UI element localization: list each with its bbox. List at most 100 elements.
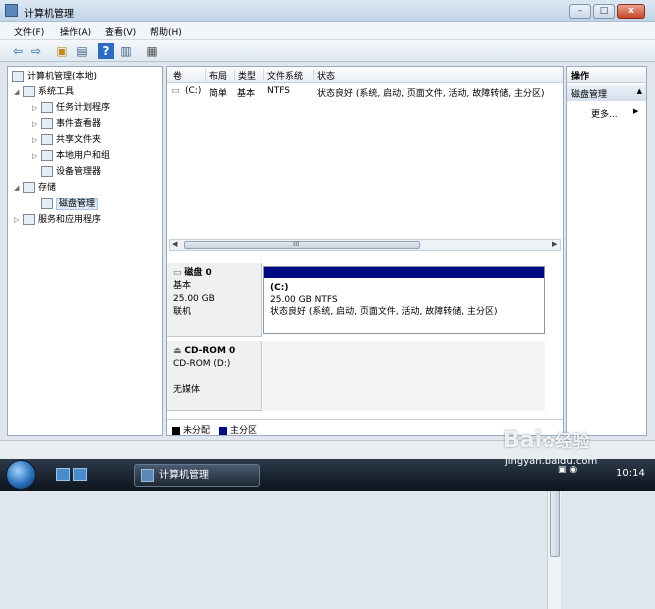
menu-file[interactable]: 文件(F) [14,25,44,38]
start-button[interactable] [6,460,36,490]
cdrom-0-kind: CD-ROM (D:) [173,359,231,369]
clock[interactable]: 10:14 [616,468,645,479]
actions-pane: 操作 磁盘管理 ▲ 更多... ▶ [566,66,647,436]
minimize-button[interactable]: – [569,4,591,19]
cdrom-icon: ⏏ [173,346,182,356]
disk-view-icon[interactable]: ▦ [144,43,160,59]
partition-size: 25.00 GB NTFS [270,295,338,305]
taskbar-item-computer-management[interactable]: 计算机管理 [134,464,260,487]
partition-label: (C:) [270,283,289,293]
actions-section-disk-management[interactable]: 磁盘管理 ▲ [567,85,646,101]
horizontal-scroll-thumb[interactable]: III [184,240,420,249]
tree-node-icon [23,214,35,225]
column-volume[interactable]: 卷 [170,69,182,82]
console-tree: 计算机管理(本地) ◢ 系统工具 ▷ 任务计划程序 ▷ 事件查看器 ▷ 共享文件夹 ▷ 本地用户和… [7,66,163,436]
tree-node-icon [41,102,53,113]
tree-item-7[interactable]: 磁盘管理 [32,197,99,212]
drive-icon: ▭ [171,86,180,96]
computer-management-icon [5,4,18,17]
computer-management-taskbar-icon [141,469,154,482]
paw-logo: ✿ [542,432,556,451]
cdrom-0-name: CD-ROM 0 [184,346,236,356]
baidu-watermark: Bai✿经验 [503,428,590,453]
tree-node-icon [23,86,35,97]
toolbar: ⇦ ⇨ ▣ ▤ ? ▥ ▦ [0,40,655,62]
minimize-icon: – [577,6,583,16]
menu-bar: 文件(F) 操作(A) 查看(V) 帮助(H) [0,22,655,40]
cell-type: 基本 [237,89,256,99]
tree-node-icon [23,182,35,193]
watermark-url: jingyan.baidu.com [505,456,598,467]
scroll-grip: III [293,240,300,248]
disk-management-pane: 卷 布局 类型 文件系统 状态 ▭ (C:) 简单 基本 NTFS 状态良好 (… [166,66,564,609]
up-folder-icon[interactable]: ▣ [54,43,70,59]
switch-windows-icon[interactable] [73,468,87,481]
tree-item-0[interactable]: ◢ 系统工具 [14,85,74,100]
disk-0-kind: 基本 [173,281,192,291]
column-filesystem[interactable]: 文件系统 [263,69,303,82]
scroll-left-icon[interactable]: ◀ [172,240,177,248]
tree-item-1[interactable]: ▷ 任务计划程序 [32,101,110,116]
tree-item-label: 系统工具 [38,87,75,97]
tree-item-label: 磁盘管理 [56,198,99,210]
expand-icon[interactable]: ▷ [32,101,41,116]
back-arrow-icon[interactable]: ⇦ [10,43,26,59]
scroll-right-icon[interactable]: ▶ [552,240,557,248]
tree-node-icon [41,134,53,145]
tree-item-2[interactable]: ▷ 事件查看器 [32,117,101,132]
disk-0-name: 磁盘 0 [184,268,212,278]
expand-icon[interactable]: ▷ [14,213,23,228]
tree-item-8[interactable]: ▷ 服务和应用程序 [14,213,101,228]
menu-action[interactable]: 操作(A) [60,25,91,38]
disk-0-label[interactable]: ▭ 磁盘 0 基本 25.00 GB 联机 [167,263,262,337]
partition-status: 状态良好 (系统, 启动, 页面文件, 活动, 故障转储, 主分区) [270,307,498,317]
cdrom-0-status: 无媒体 [173,385,201,395]
expand-icon[interactable]: ◢ [14,181,23,196]
show-desktop-icon[interactable] [56,468,70,481]
tree-item-4[interactable]: ▷ 本地用户和组 [32,149,110,164]
tree-item-label: 服务和应用程序 [38,215,102,225]
tree-item-label: 设备管理器 [56,167,102,177]
maximize-button[interactable]: □ [593,4,615,19]
menu-help[interactable]: 帮助(H) [150,25,182,38]
horizontal-scrollbar[interactable]: ◀ III ▶ [169,239,561,251]
maximize-icon: □ [599,6,609,16]
actions-more[interactable]: 更多... ▶ [591,107,638,120]
tree-item-label: 本地用户和组 [56,151,111,161]
close-button[interactable]: x [617,4,645,19]
expand-icon[interactable]: ▷ [32,117,41,132]
tree-item-label: 存储 [38,183,57,193]
menu-view[interactable]: 查看(V) [105,25,136,38]
legend-swatch-primary [219,426,227,435]
disk-0-status: 联机 [173,307,192,317]
submenu-arrow-icon: ▶ [633,107,639,115]
volume-list-header: 卷 布局 类型 文件系统 状态 [167,67,563,83]
expand-icon[interactable]: ▷ [32,149,41,164]
collapse-icon[interactable]: ▲ [637,87,642,95]
cdrom-0-label[interactable]: ⏏ CD-ROM 0 CD-ROM (D:) 无媒体 [167,341,262,411]
computer-icon [12,71,24,82]
table-row[interactable]: ▭ (C:) 简单 基本 NTFS 状态良好 (系统, 启动, 页面文件, 活动… [167,85,563,99]
legend-swatch-unallocated [172,426,180,435]
tree-item-5[interactable]: 设备管理器 [32,165,101,180]
forward-arrow-icon[interactable]: ⇨ [28,43,44,59]
properties-icon[interactable]: ▥ [118,43,134,59]
help-icon[interactable]: ? [98,43,114,59]
expand-icon[interactable]: ▷ [32,133,41,148]
disk-graphical-view: ▭ 磁盘 0 基本 25.00 GB 联机 (C:) 25.00 GB NTFS… [167,263,563,609]
column-status[interactable]: 状态 [313,69,335,82]
console-tree-icon[interactable]: ▤ [74,43,90,59]
tree-item-6[interactable]: ◢ 存储 [14,181,56,196]
column-layout[interactable]: 布局 [205,69,227,82]
partition-c[interactable]: (C:) 25.00 GB NTFS 状态良好 (系统, 启动, 页面文件, 活… [263,266,545,334]
tree-node-icon [41,118,53,129]
column-type[interactable]: 类型 [234,69,256,82]
hard-disk-icon: ▭ [173,268,182,278]
close-icon: x [628,6,634,16]
expand-icon[interactable]: ◢ [14,85,23,100]
title-bar[interactable]: 计算机管理 – □ x [0,0,655,22]
disk-0-size: 25.00 GB [173,294,215,304]
tree-item-root[interactable]: 计算机管理(本地) [12,70,97,85]
tree-item-3[interactable]: ▷ 共享文件夹 [32,133,101,148]
actions-header: 操作 [567,67,646,83]
